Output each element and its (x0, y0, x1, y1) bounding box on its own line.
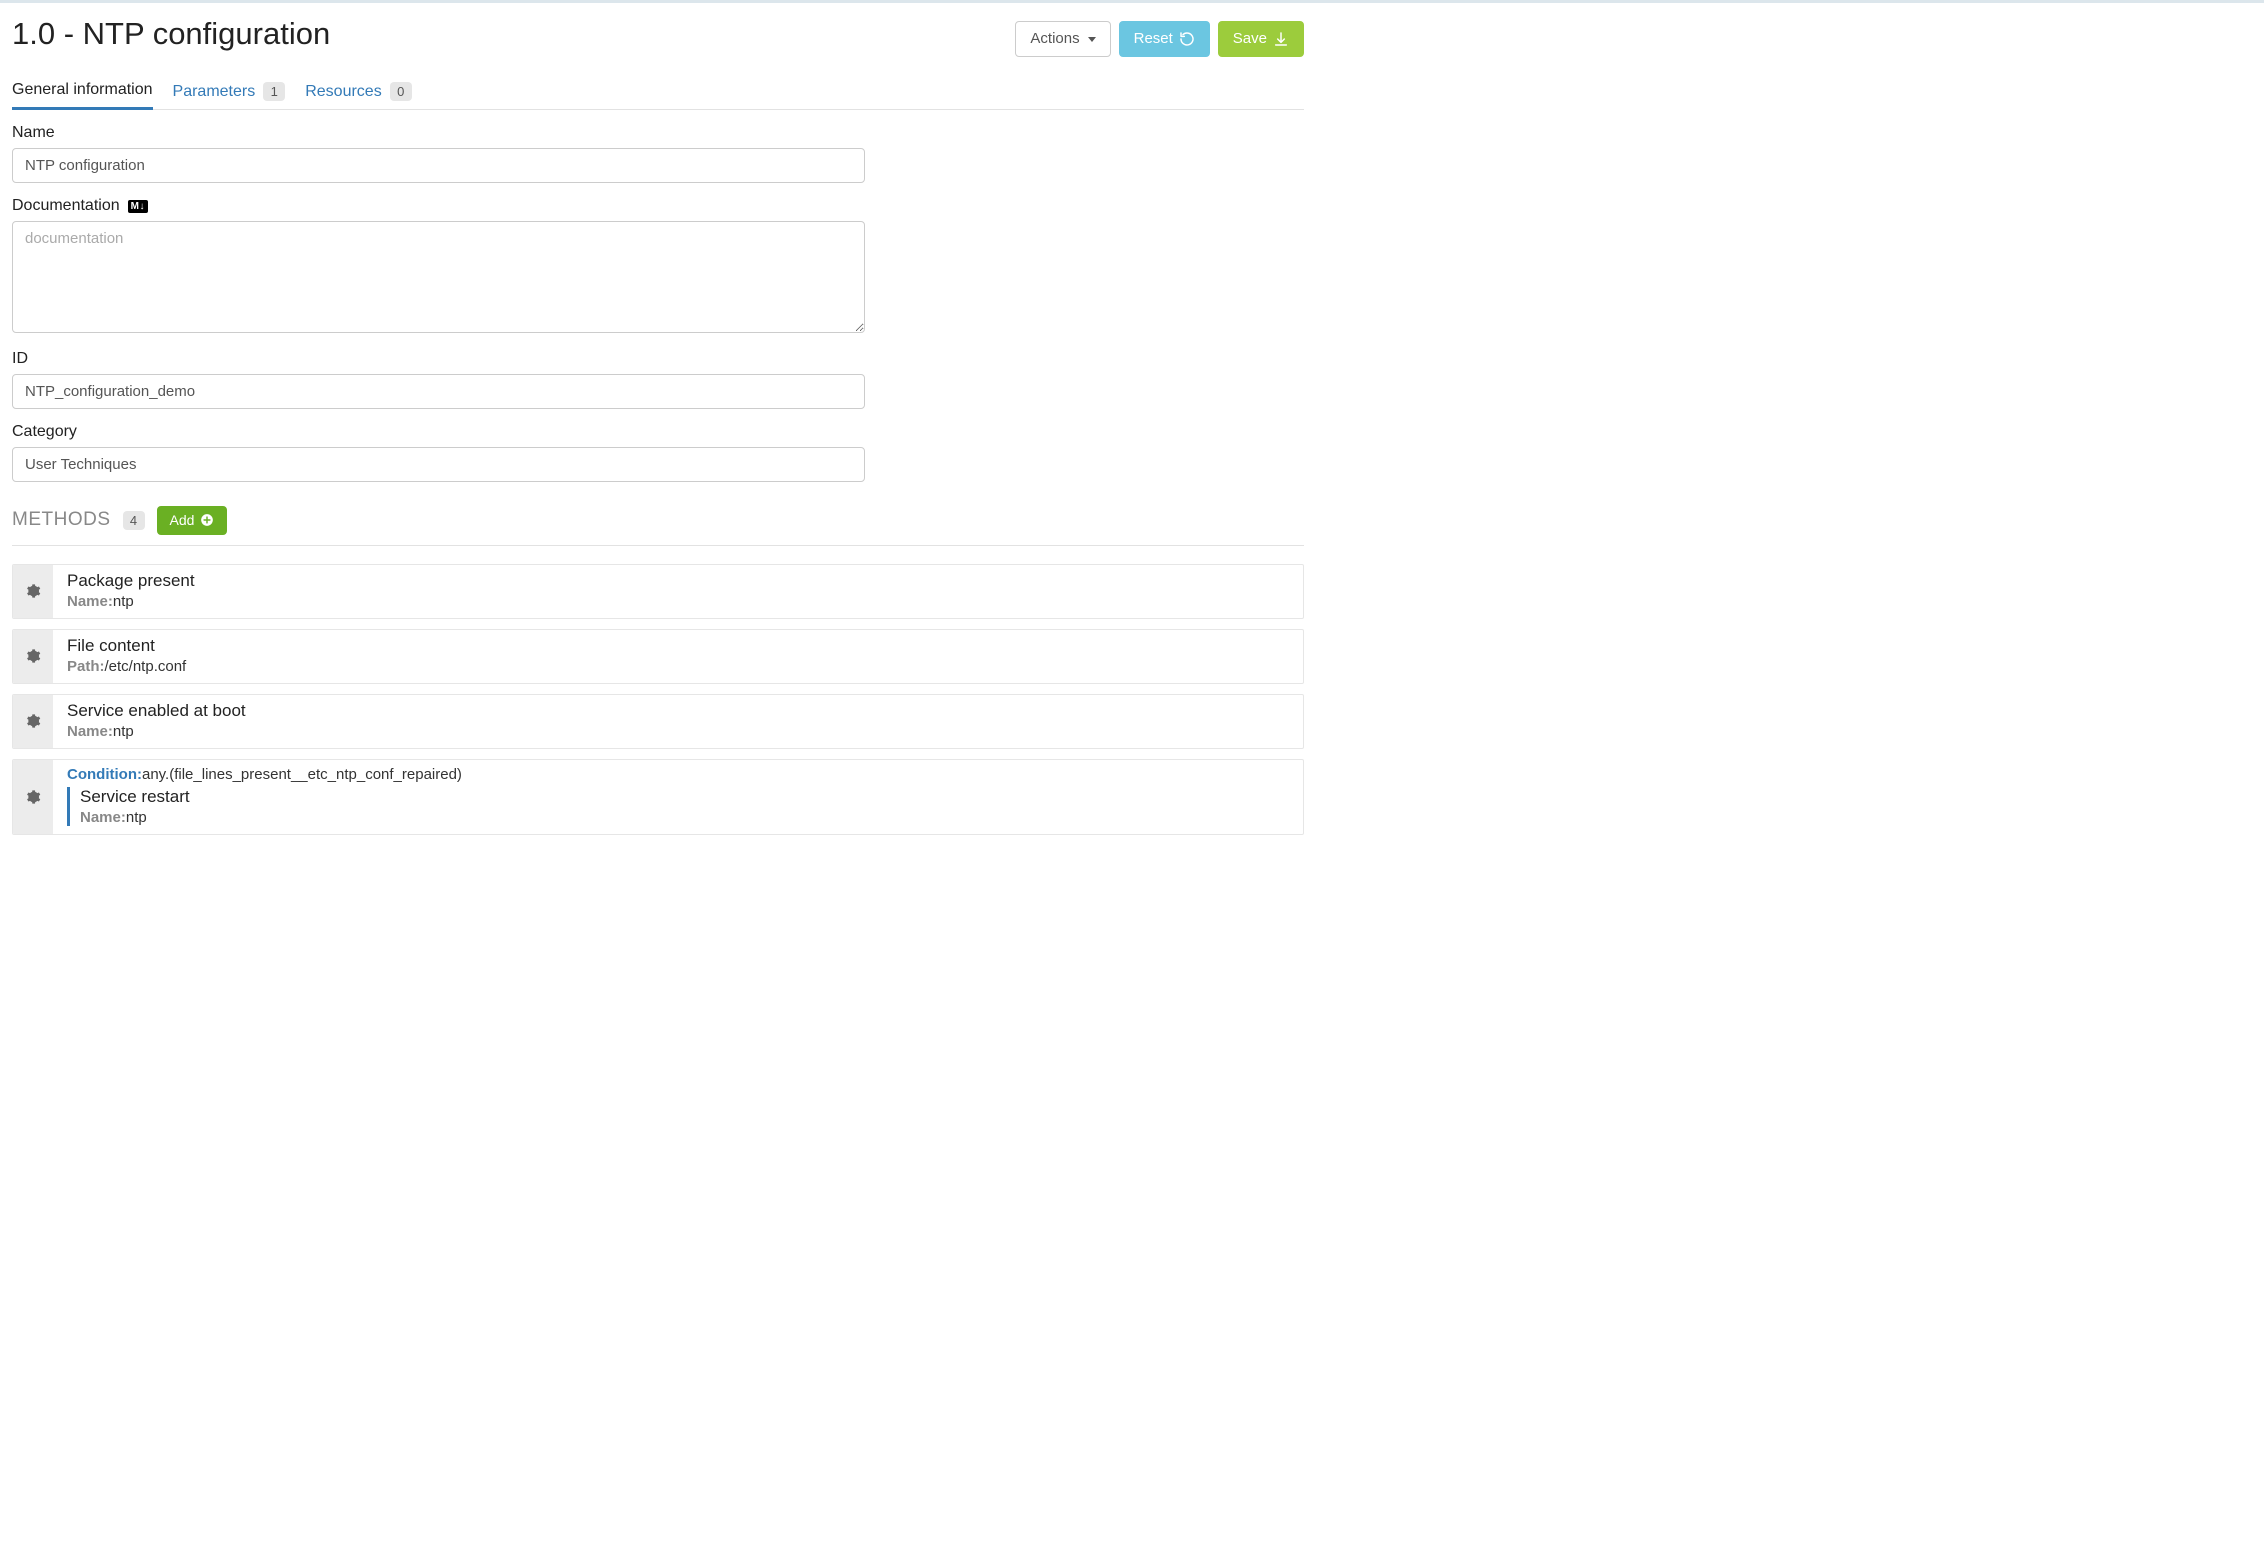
method-card[interactable]: Condition:any.(file_lines_present__etc_n… (12, 759, 1304, 835)
tab-resources-label: Resources (305, 83, 381, 101)
actions-label: Actions (1030, 30, 1079, 48)
tab-resources-count: 0 (390, 82, 412, 101)
method-card[interactable]: Service enabled at boot Name:ntp (12, 694, 1304, 749)
tab-bar: General information Parameters 1 Resourc… (12, 75, 1304, 110)
method-param-label: Name: (67, 723, 113, 740)
method-title: File content (67, 636, 1293, 656)
tab-general-label: General information (12, 81, 153, 99)
category-input[interactable] (12, 447, 865, 482)
condition-label: Condition: (67, 766, 142, 783)
method-param-label: Name: (80, 809, 126, 826)
method-param-label: Path: (67, 658, 105, 675)
name-label: Name (12, 124, 865, 142)
name-input[interactable] (12, 148, 865, 183)
method-title: Package present (67, 571, 1293, 591)
tab-parameters-count: 1 (263, 82, 285, 101)
methods-section-title: METHODS (12, 509, 111, 531)
add-method-button[interactable]: Add (157, 506, 228, 535)
download-icon (1273, 31, 1289, 47)
save-label: Save (1233, 30, 1267, 48)
reset-label: Reset (1134, 30, 1173, 48)
tab-resources[interactable]: Resources 0 (305, 76, 411, 109)
method-param-label: Name: (67, 593, 113, 610)
plus-circle-icon (200, 513, 214, 527)
doc-label: Documentation (12, 197, 120, 215)
id-label: ID (12, 350, 865, 368)
method-param-value: ntp (126, 809, 147, 826)
category-label: Category (12, 423, 865, 441)
method-param-value: /etc/ntp.conf (105, 658, 187, 675)
method-title: Service restart (80, 787, 1293, 807)
documentation-textarea[interactable] (12, 221, 865, 333)
tab-parameters[interactable]: Parameters 1 (173, 76, 286, 109)
tab-general[interactable]: General information (12, 75, 153, 110)
reset-button[interactable]: Reset (1119, 21, 1210, 57)
gear-icon[interactable] (13, 695, 53, 748)
methods-count: 4 (123, 511, 145, 530)
save-button[interactable]: Save (1218, 21, 1304, 57)
id-input[interactable] (12, 374, 865, 409)
add-label: Add (170, 512, 195, 529)
condition-value: any.(file_lines_present__etc_ntp_conf_re… (142, 766, 462, 783)
actions-dropdown[interactable]: Actions (1015, 21, 1110, 57)
method-card[interactable]: File content Path:/etc/ntp.conf (12, 629, 1304, 684)
undo-icon (1179, 31, 1195, 47)
gear-icon[interactable] (13, 760, 53, 834)
caret-down-icon (1088, 37, 1096, 42)
method-card[interactable]: Package present Name:ntp (12, 564, 1304, 619)
gear-icon[interactable] (13, 630, 53, 683)
tab-parameters-label: Parameters (173, 83, 256, 101)
markdown-icon: M↓ (128, 200, 148, 213)
page-title: 1.0 - NTP configuration (12, 17, 330, 51)
method-param-value: ntp (113, 593, 134, 610)
gear-icon[interactable] (13, 565, 53, 618)
method-param-value: ntp (113, 723, 134, 740)
method-title: Service enabled at boot (67, 701, 1293, 721)
